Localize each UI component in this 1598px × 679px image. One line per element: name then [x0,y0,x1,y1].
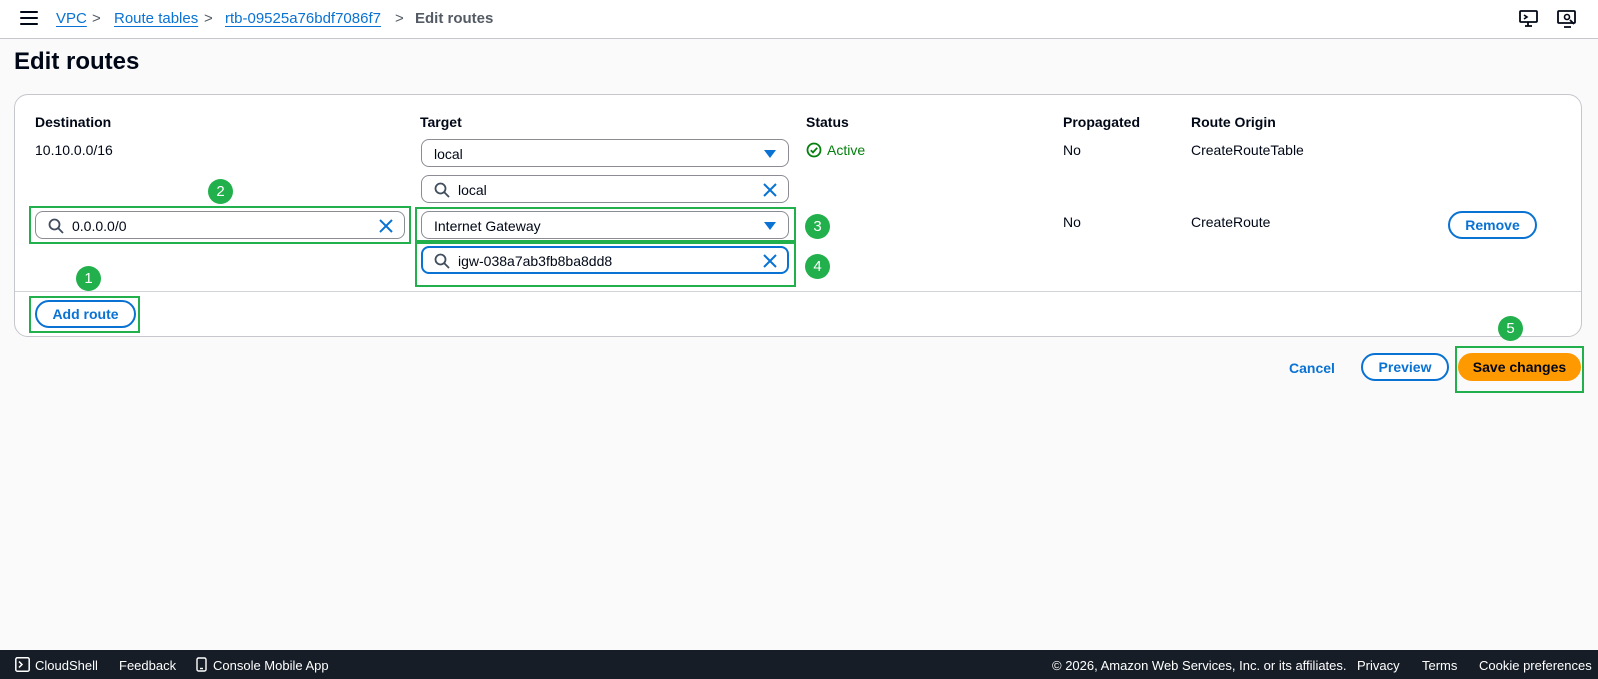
target-filter-input[interactable]: igw-038a7ab3fb8ba8dd8 [421,246,789,274]
target-filter-input[interactable]: local [421,175,789,203]
column-header-status: Status [806,114,849,130]
destination-input[interactable]: 0.0.0.0/0 [35,211,405,239]
footer-terms[interactable]: Terms [1422,658,1457,673]
page-title: Edit routes [14,48,140,75]
caret-down-icon [764,150,776,158]
annotation-badge: 5 [1498,316,1523,341]
breadcrumb-separator: > [204,10,213,27]
column-header-destination: Destination [35,114,112,130]
close-icon[interactable] [762,182,778,198]
footer-cookie-preferences[interactable]: Cookie preferences [1479,658,1592,673]
mobile-device-icon[interactable] [196,657,208,672]
footer-cloudshell[interactable]: CloudShell [35,658,98,673]
cancel-button[interactable]: Cancel [1281,356,1343,384]
annotation-badge: 3 [805,214,830,239]
menu-icon[interactable] [20,11,38,27]
footer-privacy[interactable]: Privacy [1357,658,1400,673]
save-changes-button[interactable]: Save changes [1458,353,1581,381]
footer-copyright: © 2026, Amazon Web Services, Inc. or its… [1052,658,1347,673]
breadcrumb-vpc[interactable]: VPC [56,10,87,28]
search-icon [48,218,64,234]
target-filter-value: local [458,182,487,198]
column-header-target: Target [420,114,462,130]
target-select[interactable]: Internet Gateway [421,211,789,239]
target-select[interactable]: local [421,139,789,167]
terminal-icon[interactable] [15,657,30,672]
annotation-badge: 1 [76,266,101,291]
search-icon [434,253,450,269]
footer-feedback[interactable]: Feedback [119,658,176,673]
add-route-button[interactable]: Add route [35,300,136,328]
caret-down-icon [764,222,776,230]
footer-mobile-app[interactable]: Console Mobile App [213,658,329,673]
annotation-badge: 2 [208,179,233,204]
route-propagated: No [1063,142,1081,158]
breadcrumb-current: Edit routes [415,10,494,27]
close-icon[interactable] [378,218,394,234]
status-label: Active [827,142,866,158]
destination-value: 0.0.0.0/0 [72,218,127,234]
column-header-propagated: Propagated [1063,114,1141,130]
breadcrumb-separator: > [92,10,101,27]
remove-route-button[interactable]: Remove [1448,211,1537,239]
notification-screen-icon[interactable] [1518,9,1540,29]
target-select-value: Internet Gateway [434,218,541,234]
check-circle-icon [806,142,822,158]
panel-divider [15,291,1581,292]
target-select-value: local [434,146,463,162]
monitor-settings-icon[interactable] [1556,9,1578,29]
close-icon[interactable] [762,253,778,269]
breadcrumb-route-tables[interactable]: Route tables [114,10,198,28]
route-propagated: No [1063,214,1081,230]
route-origin: CreateRouteTable [1191,142,1304,158]
target-filter-value: igw-038a7ab3fb8ba8dd8 [458,253,613,269]
route-origin: CreateRoute [1191,214,1271,230]
search-icon [434,182,450,198]
route-destination: 10.10.0.0/16 [35,142,113,158]
breadcrumb-separator: > [395,10,404,27]
column-header-route-origin: Route Origin [1191,114,1276,130]
footer: CloudShell Feedback Console Mobile App ©… [0,650,1598,679]
top-navigation-bar: VPC > Route tables > rtb-09525a76bdf7086… [0,0,1598,39]
annotation-badge: 4 [805,254,830,279]
preview-button[interactable]: Preview [1361,353,1449,381]
breadcrumb-route-table-id[interactable]: rtb-09525a76bdf7086f7 [225,10,381,28]
